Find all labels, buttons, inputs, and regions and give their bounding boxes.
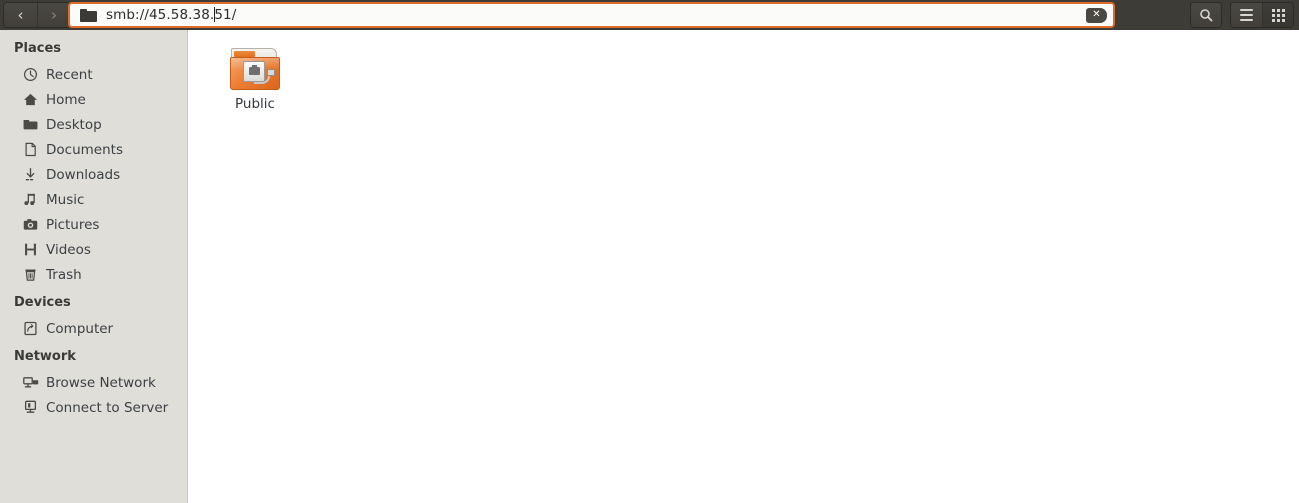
chevron-left-icon: ‹ [17,5,24,24]
back-button[interactable]: ‹ [4,3,37,27]
toolbar-right-group [1231,3,1293,27]
clear-location-button[interactable]: ✕ [1086,7,1107,23]
sidebar-item-label: Music [46,191,85,208]
menu-button[interactable] [1231,3,1262,27]
sidebar: Places Recent Home Desktop Documents Dow… [0,30,188,503]
camera-icon [22,216,39,233]
sidebar-item-label: Downloads [46,166,121,183]
sidebar-item-label: Documents [46,141,123,158]
sidebar-item-trash[interactable]: Trash [0,262,187,287]
location-text-before-caret: smb://45.58.38. [106,7,215,23]
sidebar-item-home[interactable]: Home [0,87,187,112]
location-text-after-caret: 51/ [214,7,237,23]
server-icon [22,399,39,416]
location-bar[interactable]: smb://45.58.38.51/ ✕ [68,2,1115,28]
computer-icon [22,320,39,337]
sidebar-item-downloads[interactable]: Downloads [0,162,187,187]
sidebar-item-label: Recent [46,66,93,83]
home-icon [22,91,39,108]
sidebar-item-label: Browse Network [46,374,156,391]
sidebar-item-browse-network[interactable]: Browse Network [0,370,187,395]
sidebar-item-label: Home [46,91,86,108]
sidebar-item-desktop[interactable]: Desktop [0,112,187,137]
download-icon [22,166,39,183]
network-icon [22,374,39,391]
navigation-button-group: ‹ › [4,3,70,27]
sidebar-item-label: Desktop [46,116,102,133]
trash-icon [22,266,39,283]
sidebar-item-recent[interactable]: Recent [0,62,187,87]
clear-backspace-icon: ✕ [1092,9,1101,20]
sidebar-item-label: Connect to Server [46,399,169,416]
sidebar-item-computer[interactable]: Computer [0,316,187,341]
file-list-view[interactable]: Public [189,30,1299,503]
location-input[interactable]: smb://45.58.38.51/ [106,7,236,23]
file-item-public[interactable]: Public [207,44,303,112]
sidebar-item-connect-to-server[interactable]: Connect to Server [0,395,187,420]
chevron-right-icon: › [51,5,57,24]
search-icon [1200,9,1213,22]
folder-icon [80,8,97,22]
toolbar: ‹ › smb://45.58.38.51/ ✕ [0,0,1299,30]
hamburger-menu-icon [1240,9,1253,21]
film-icon [22,241,39,258]
sidebar-item-label: Pictures [46,216,100,233]
sidebar-item-pictures[interactable]: Pictures [0,212,187,237]
sidebar-item-documents[interactable]: Documents [0,137,187,162]
sidebar-item-label: Videos [46,241,91,258]
folder-icon [22,116,39,133]
sidebar-item-label: Trash [46,266,82,283]
music-note-icon [22,191,39,208]
sidebar-heading-devices: Devices [14,295,71,310]
clock-icon [22,66,39,83]
document-icon [22,141,39,158]
sidebar-heading-places: Places [14,41,62,56]
view-options-button[interactable] [1262,3,1293,27]
network-share-folder-icon [230,48,280,90]
sidebar-item-videos[interactable]: Videos [0,237,187,262]
sidebar-heading-network: Network [14,349,76,364]
search-button[interactable] [1191,3,1221,27]
grid-view-icon [1271,8,1285,22]
sidebar-item-label: Computer [46,320,114,337]
forward-button[interactable]: › [37,3,70,27]
sidebar-item-music[interactable]: Music [0,187,187,212]
file-item-label: Public [235,96,275,112]
